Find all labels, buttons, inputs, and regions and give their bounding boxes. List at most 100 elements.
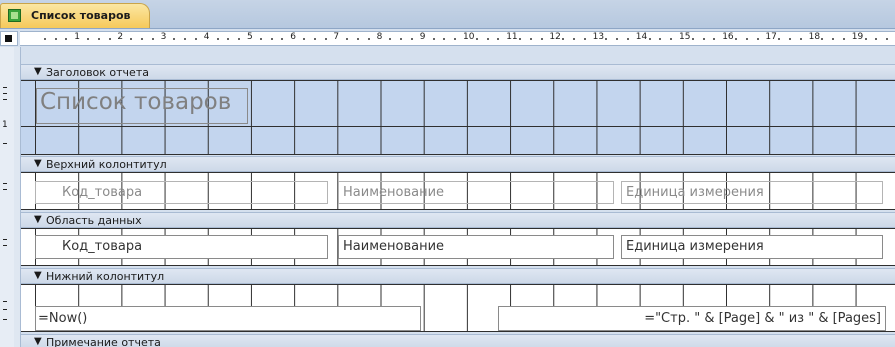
ruler-tick: [141, 38, 143, 40]
ruler-number: 12: [549, 32, 561, 42]
ruler-number: 5: [247, 32, 253, 42]
ruler-tick: [583, 38, 586, 40]
ruler-tick: [648, 38, 651, 40]
report-selector[interactable]: [0, 31, 18, 46]
tab-report-label: Список товаров: [31, 9, 131, 22]
section-arrow-icon: ▼: [34, 66, 42, 77]
section-label-report-footer: Примечание отчета: [46, 336, 161, 347]
ruler-tick: [259, 38, 262, 40]
ruler-tick: [303, 38, 305, 40]
ruler-number: 16: [722, 32, 734, 42]
label-product-name[interactable]: Наименование: [338, 181, 614, 204]
ruler-tick: [357, 38, 359, 40]
ruler-tick: [443, 38, 446, 40]
ruler-tick: [324, 38, 327, 40]
section-label-page-footer: Нижний колонтитул: [46, 270, 165, 283]
ruler-tick: [573, 38, 575, 40]
section-bar-report-footer[interactable]: ▼ Примечание отчета: [21, 334, 895, 347]
ruler-tick: [616, 38, 619, 40]
ruler-tick: [238, 38, 241, 40]
ruler-number: 8: [376, 32, 383, 42]
page-number-expression-field[interactable]: ="Стр. " & [Page] & " из " & [Pages]: [498, 306, 886, 331]
tab-report[interactable]: Список товаров: [0, 3, 150, 28]
ruler-tick: [562, 38, 565, 40]
ruler-tick: [756, 38, 759, 40]
section-label-detail: Область данных: [46, 214, 142, 227]
ruler-tick: [605, 38, 608, 40]
ruler-tick: [713, 38, 716, 40]
ruler-tick: [702, 38, 705, 40]
now-expression-field[interactable]: =Now(): [35, 306, 421, 331]
section-arrow-icon: ▼: [34, 214, 42, 225]
section-bar-page-footer[interactable]: ▼ Нижний колонтитул: [21, 268, 895, 284]
ruler-tick: [87, 38, 89, 40]
section-arrow-icon: ▼: [34, 270, 42, 281]
ruler-tick: [875, 38, 878, 40]
vertical-ruler-mark: 1: [2, 120, 8, 130]
ruler-tick: [281, 38, 284, 40]
ruler-number: 15: [679, 32, 691, 42]
ruler-tick: [735, 38, 737, 40]
section-bar-page-header[interactable]: ▼ Верхний колонтитул: [21, 156, 895, 172]
ruler-tick: [216, 38, 219, 40]
section-arrow-icon: ▼: [34, 158, 42, 169]
ruler-number: 6: [290, 32, 296, 42]
ruler-number: 9: [419, 32, 426, 42]
section-selector-column: [14, 47, 21, 347]
ruler-tick: [270, 38, 273, 40]
ruler-tick: [832, 38, 835, 40]
section-label-page-header: Верхний колонтитул: [46, 158, 167, 171]
ruler-tick: [346, 38, 349, 40]
ruler-tick: [389, 38, 392, 40]
ruler-number: 13: [592, 32, 605, 42]
ruler-tick: [486, 38, 489, 40]
label-product-code[interactable]: Код_товара: [35, 181, 328, 204]
detail-area[interactable]: Код_товара Наименование Единица измерени…: [21, 228, 895, 266]
ruler-tick: [130, 38, 133, 40]
ruler-tick: [529, 38, 532, 40]
ruler-number: 19: [851, 32, 864, 42]
page-header-area[interactable]: Код_товара Наименование Единица измерени…: [21, 172, 895, 210]
ruler-tick: [43, 38, 46, 40]
ruler-tick: [691, 38, 694, 40]
ruler-tick: [195, 38, 197, 40]
ruler-tick: [151, 38, 154, 40]
ruler-tick: [659, 38, 662, 40]
report-design-window: Список товаров 1 2 3 4 5 6 7 8 9 10 11 12 13 14 15 16 17…: [0, 0, 895, 347]
ruler-tick: [886, 38, 889, 40]
ruler-number: 10: [463, 32, 475, 42]
ruler-tick: [367, 38, 370, 40]
ruler-number: 17: [765, 32, 777, 42]
horizontal-ruler[interactable]: 1 2 3 4 5 6 7 8 9 10 11 12 13 14 15 16 17 18 19: [20, 31, 895, 46]
report-title-label[interactable]: Список товаров: [36, 88, 248, 124]
section-bar-detail[interactable]: ▼ Область данных: [21, 212, 895, 228]
ruler-number: 4: [203, 32, 210, 42]
section-arrow-icon: ▼: [34, 336, 42, 347]
field-product-name[interactable]: Наименование: [338, 235, 614, 259]
ruler-tick: [789, 38, 791, 40]
ruler-number: 2: [117, 32, 124, 42]
ruler-tick: [745, 38, 748, 40]
section-label-report-header: Заголовок отчета: [46, 66, 149, 79]
page-footer-area[interactable]: =Now() ="Стр. " & [Page] & " из " & [Pag…: [21, 284, 895, 332]
label-unit[interactable]: Единица измерения: [621, 181, 883, 204]
field-product-code[interactable]: Код_товара: [35, 235, 328, 259]
field-unit[interactable]: Единица измерения: [621, 235, 883, 259]
ruler-tick: [411, 38, 413, 40]
ruler-tick: [97, 38, 100, 40]
ruler-tick: [184, 38, 187, 40]
report-icon: [8, 9, 21, 22]
ruler-tick: [65, 38, 68, 40]
ruler-tick: [400, 38, 403, 40]
ruler-tick: [173, 38, 176, 40]
ruler-tick: [54, 38, 57, 40]
document-tab-strip: Список товаров: [0, 0, 895, 29]
vertical-ruler[interactable]: 1: [0, 47, 15, 347]
report-header-area[interactable]: Список товаров: [21, 80, 895, 155]
ruler-tick: [843, 38, 845, 40]
ruler-tick: [670, 38, 673, 40]
ruler-tick: [864, 38, 867, 40]
ruler-tick: [313, 38, 316, 40]
section-bar-report-header[interactable]: ▼ Заголовок отчета: [21, 64, 895, 80]
ruler-tick: [627, 38, 629, 40]
